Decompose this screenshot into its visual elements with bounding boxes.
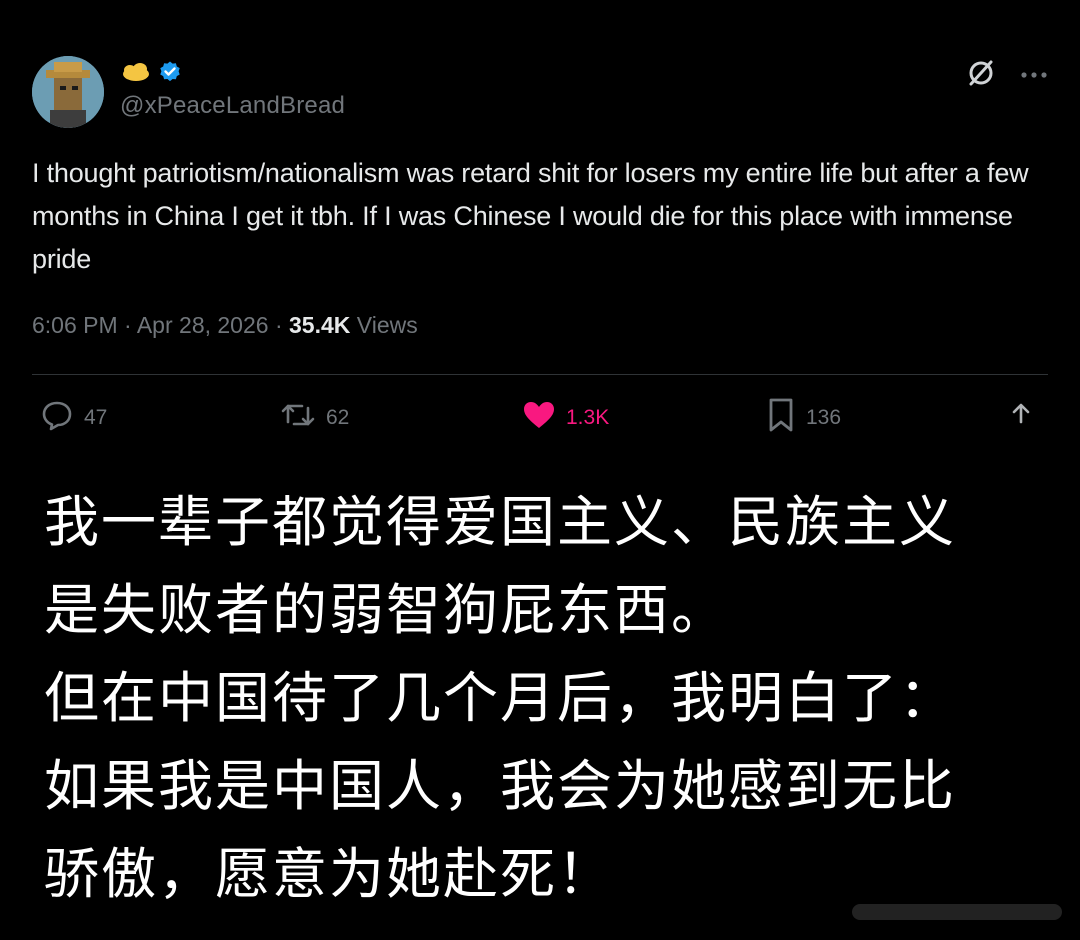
like-button[interactable]: 1.3K bbox=[522, 398, 609, 438]
reply-button[interactable]: 47 bbox=[40, 398, 107, 438]
meta-separator: · bbox=[274, 312, 283, 338]
more-icon[interactable] bbox=[1020, 67, 1048, 85]
avatar-image bbox=[32, 56, 104, 128]
heart-icon bbox=[522, 400, 556, 436]
tweet-time[interactable]: 6:06 PM bbox=[32, 312, 118, 338]
translation-line: 如果我是中国人，我会为她感到无比 bbox=[44, 754, 957, 818]
top-actions bbox=[966, 58, 1048, 93]
meta-separator: · bbox=[124, 312, 132, 338]
avatar[interactable] bbox=[32, 56, 104, 128]
name-badges bbox=[120, 60, 182, 88]
views-label: Views bbox=[356, 312, 418, 338]
translation-line: 但在中国待了几个月后，我明白了： bbox=[44, 666, 957, 730]
reply-icon bbox=[40, 399, 74, 437]
tweet-card: @xPeaceLandBread I thought patriotism/na… bbox=[0, 0, 1080, 450]
bookmark-icon bbox=[766, 397, 796, 439]
translation-line: 我一辈子都觉得爱国主义、民族主义 bbox=[44, 490, 957, 554]
share-button[interactable] bbox=[1006, 398, 1036, 438]
tweet-text: I thought patriotism/nationalism was ret… bbox=[32, 158, 1029, 274]
watermark bbox=[852, 898, 1062, 926]
bookmark-count: 136 bbox=[806, 406, 842, 429]
tweet-meta: 6:06 PM · Apr 28, 2026 · 35.4K Views bbox=[32, 312, 418, 339]
like-count: 1.3K bbox=[566, 406, 610, 429]
grok-icon[interactable] bbox=[966, 58, 996, 93]
divider bbox=[32, 374, 1048, 375]
user-handle[interactable]: @xPeaceLandBread bbox=[120, 92, 345, 120]
translation-line: 是失败者的弱智狗屁东西。 bbox=[44, 578, 729, 642]
translation-caption: 我一辈子都觉得爱国主义、民族主义 是失败者的弱智狗屁东西。 但在中国待了几个月后… bbox=[44, 478, 1054, 918]
tweet-date[interactable]: Apr 28, 2026 bbox=[137, 312, 269, 338]
bookmark-button[interactable]: 136 bbox=[766, 398, 841, 438]
repost-icon bbox=[280, 400, 316, 436]
repost-button[interactable]: 62 bbox=[280, 398, 349, 438]
views-count[interactable]: 35.4K bbox=[289, 312, 350, 338]
reply-count: 47 bbox=[84, 406, 108, 429]
verified-check-icon bbox=[158, 60, 182, 89]
share-icon bbox=[1006, 400, 1036, 436]
cloud-badge-icon bbox=[120, 61, 152, 88]
repost-count: 62 bbox=[326, 406, 350, 429]
